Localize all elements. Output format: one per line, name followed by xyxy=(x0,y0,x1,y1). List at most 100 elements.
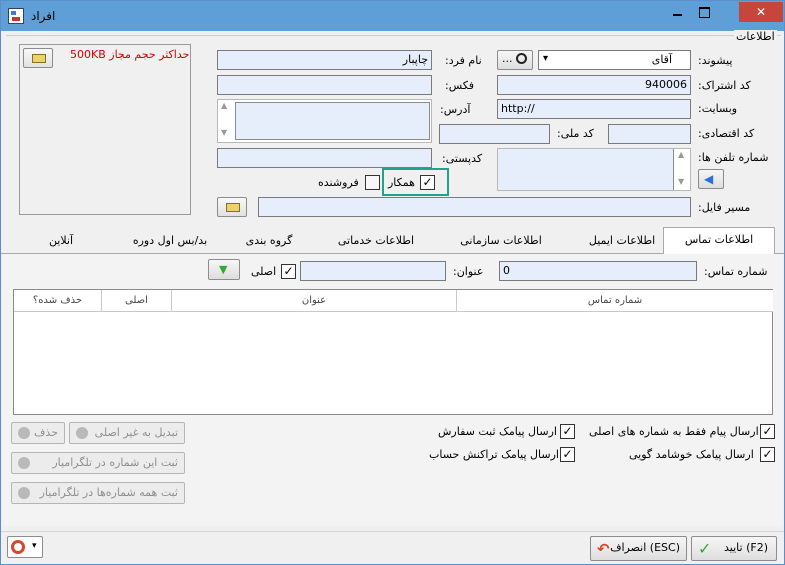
chevron-down-icon: ▾ xyxy=(543,53,549,64)
file-browse-button[interactable] xyxy=(217,197,247,217)
column-header-main[interactable]: اصلی xyxy=(101,290,171,312)
phones-label: شماره تلفن ها: xyxy=(698,151,769,164)
economic-code-field[interactable] xyxy=(608,124,691,144)
send-main-only-checkbox[interactable]: ✓ xyxy=(760,424,775,439)
help-dropdown[interactable]: ▾ xyxy=(7,536,43,558)
lifebuoy-icon xyxy=(11,540,25,554)
column-header-title[interactable]: عنوان xyxy=(171,290,456,312)
tab-service-info[interactable]: اطلاعات خدماتی xyxy=(326,229,426,254)
economic-code-label: کد اقتصادی: xyxy=(698,127,755,140)
chevron-down-icon: ▾ xyxy=(32,541,37,551)
send-order-sms-checkbox[interactable]: ✓ xyxy=(560,424,575,439)
add-phone-button[interactable]: ◀ xyxy=(698,169,724,189)
contact-title-label: عنوان: xyxy=(453,265,484,278)
name-field[interactable]: چاپبار xyxy=(217,50,432,70)
phones-scroll-down-icon[interactable]: ▼ xyxy=(678,177,684,186)
app-icon xyxy=(8,8,24,24)
prefix-select[interactable]: آقای ▾ xyxy=(538,50,691,70)
tab-opening-balance[interactable]: بد/بس اول دوره xyxy=(116,229,224,254)
register-all-telegram-button[interactable]: ثبت همه شماره‌ها در تلگرامیار xyxy=(11,482,185,504)
info-group-title: اطلاعات xyxy=(734,30,777,43)
convert-non-main-button[interactable]: تبدیل به غیر اصلی xyxy=(69,422,185,444)
tab-strip: اطلاعات تماس اطلاعات ایمیل اطلاعات سازما… xyxy=(1,227,784,255)
name-lookup-button[interactable]: ... xyxy=(497,50,533,70)
send-main-only-label: ارسال پیام فقط به شماره های اصلی xyxy=(589,425,759,438)
send-welcome-sms-checkbox[interactable]: ✓ xyxy=(760,447,775,462)
file-path-label: مسیر فایل: xyxy=(698,201,751,214)
cancel-button[interactable]: (ESC) انصراف ↶ xyxy=(590,536,687,561)
search-icon xyxy=(516,53,527,64)
phones-field[interactable]: ▲ ▼ xyxy=(497,148,691,191)
address-label: آدرس: xyxy=(440,103,471,116)
register-telegram-button[interactable]: ثبت این شماره در تلگرامیار xyxy=(11,452,185,474)
tab-contact-info[interactable]: اطلاعات تماس xyxy=(663,227,775,255)
subscription-label: کد اشتراک: xyxy=(698,79,751,92)
name-lookup-label: ... xyxy=(502,52,513,65)
send-transaction-sms-label: ارسال پیامک تراکنش حساب xyxy=(429,448,559,461)
people-window: افراد ✕ اطلاعات حداکثر حجم مجاز 500KB پی… xyxy=(0,0,785,565)
seller-label: فروشنده xyxy=(318,176,359,189)
national-code-label: کد ملی: xyxy=(557,127,594,140)
folder-icon xyxy=(32,54,46,63)
tab-organization-info[interactable]: اطلاعات سازمانی xyxy=(451,229,551,254)
prefix-value: آقای xyxy=(651,53,672,66)
refresh-icon xyxy=(76,427,88,439)
scroll-down-icon[interactable]: ▼ xyxy=(221,128,227,137)
send-welcome-sms-label: ارسال پیامک خوشامد گویی xyxy=(629,448,754,461)
photo-box[interactable]: حداکثر حجم مجاز 500KB xyxy=(19,44,191,215)
photo-browse-button[interactable] xyxy=(23,48,53,68)
subscription-field[interactable]: 940006 xyxy=(497,75,691,95)
tab-online[interactable]: آنلاین xyxy=(31,229,91,254)
ok-label: (F2) تایید xyxy=(724,541,768,554)
national-code-field[interactable] xyxy=(439,124,550,144)
prefix-label: پیشوند: xyxy=(698,54,733,67)
scroll-up-icon[interactable]: ▲ xyxy=(221,101,227,110)
seller-checkbox[interactable] xyxy=(365,175,380,190)
arrow-left-icon: ◀ xyxy=(704,172,714,186)
column-header-number[interactable]: شماره تماس xyxy=(456,290,773,312)
contact-number-label: شماره تماس: xyxy=(704,265,768,278)
partner-label: همکار xyxy=(388,176,415,189)
contact-main-checkbox[interactable]: ✓ xyxy=(281,264,296,279)
contact-number-field[interactable]: 0 xyxy=(499,261,697,281)
tab-email-info[interactable]: اطلاعات ایمیل xyxy=(581,229,663,254)
website-field[interactable]: http:// xyxy=(497,99,691,119)
website-label: وبسایت: xyxy=(698,102,738,115)
address-text[interactable] xyxy=(235,102,430,140)
postal-code-field[interactable] xyxy=(217,148,432,168)
title-bar: افراد ✕ xyxy=(1,1,784,31)
postal-code-label: کدپستی: xyxy=(442,152,483,165)
minimize-button[interactable] xyxy=(664,2,690,22)
phones-text[interactable] xyxy=(498,149,674,190)
contacts-table[interactable]: شماره تماس عنوان اصلی حذف شده؟ xyxy=(13,289,773,415)
fax-field[interactable] xyxy=(217,75,432,95)
photo-size-note: حداکثر حجم مجاز 500KB xyxy=(70,48,190,61)
cancel-label: (ESC) انصراف xyxy=(610,541,680,554)
arrow-down-icon: ▼ xyxy=(219,263,228,276)
folder-icon xyxy=(226,203,240,212)
checkmark-icon: ✓ xyxy=(698,539,712,558)
register-all-telegram-label: ثبت همه شماره‌ها در تلگرامیار xyxy=(39,486,178,499)
column-header-deleted[interactable]: حذف شده؟ xyxy=(14,290,101,312)
delete-button[interactable]: حذف xyxy=(11,422,65,444)
window-title: افراد xyxy=(31,9,56,23)
convert-non-main-label: تبدیل به غیر اصلی xyxy=(94,426,178,439)
telegram-icon xyxy=(18,487,30,499)
phones-scroll-up-icon[interactable]: ▲ xyxy=(678,150,684,159)
delete-label: حذف xyxy=(34,426,58,439)
close-button[interactable]: ✕ xyxy=(739,2,783,22)
register-telegram-label: ثبت این شماره در تلگرامیار xyxy=(52,456,178,469)
fax-label: فکس: xyxy=(445,79,475,92)
delete-icon xyxy=(18,427,30,439)
send-transaction-sms-checkbox[interactable]: ✓ xyxy=(560,447,575,462)
address-field[interactable]: ▲ ▼ xyxy=(217,99,432,143)
send-order-sms-label: ارسال پیامک ثبت سفارش xyxy=(438,425,557,438)
ok-button[interactable]: (F2) تایید ✓ xyxy=(691,536,777,561)
contact-title-field[interactable] xyxy=(300,261,446,281)
partner-checkbox[interactable]: ✓ xyxy=(420,175,435,190)
add-contact-button[interactable]: ▼ xyxy=(208,259,240,280)
undo-arrow-icon: ↶ xyxy=(597,540,610,558)
tab-grouping[interactable]: گروه بندی xyxy=(229,229,309,254)
maximize-button[interactable] xyxy=(691,2,717,22)
file-path-field[interactable] xyxy=(258,197,691,217)
